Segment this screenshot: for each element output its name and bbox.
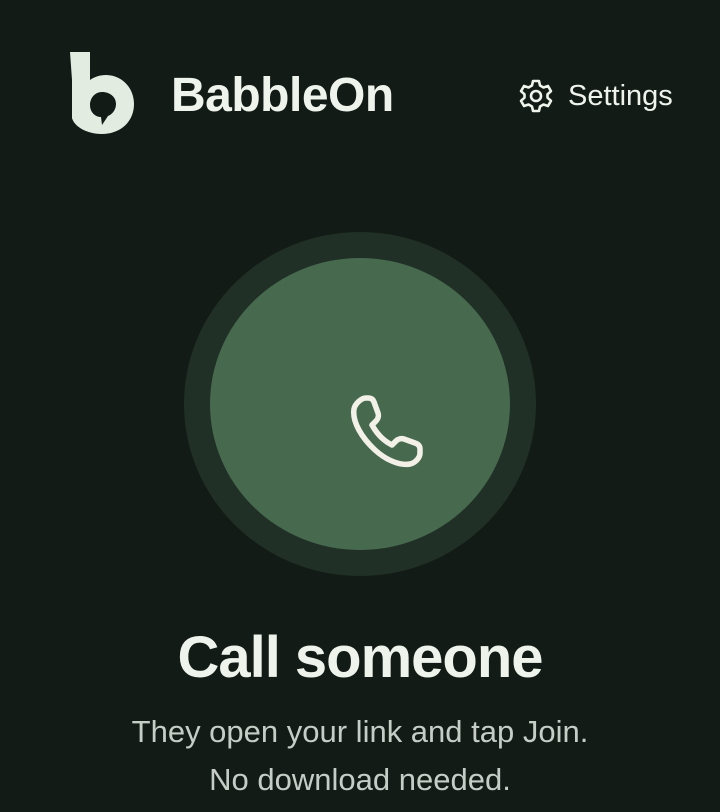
babbleon-logo-icon xyxy=(64,46,138,138)
phone-icon xyxy=(344,388,428,472)
gear-icon xyxy=(518,78,554,114)
settings-label: Settings xyxy=(568,80,673,112)
call-title: Call someone xyxy=(177,625,543,690)
call-subtitle-line-1: They open your link and tap Join. xyxy=(131,714,589,749)
app-name: BabbleOn xyxy=(171,69,394,122)
settings-button[interactable]: Settings xyxy=(518,74,673,118)
call-button[interactable] xyxy=(210,258,510,550)
app-header: BabbleOn Settings xyxy=(0,0,720,180)
call-area xyxy=(184,232,536,576)
call-subtitle-line-2: No download needed. xyxy=(209,762,511,797)
